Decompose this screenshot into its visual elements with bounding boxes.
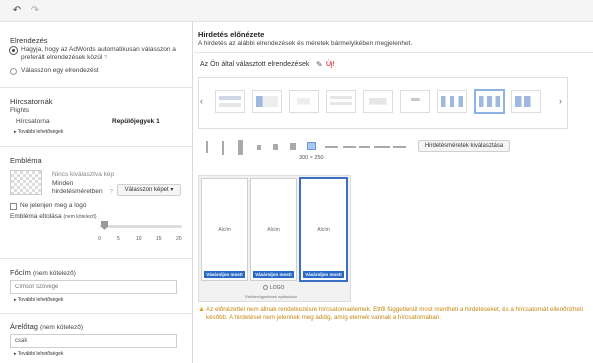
price-more-link[interactable]: ▸ További lehetőségek	[14, 351, 63, 357]
channels-title: Hírcsatornák	[10, 97, 53, 106]
layout-template[interactable]	[252, 90, 282, 113]
slider-tick: 5	[117, 236, 120, 242]
ad-title: Alcím	[267, 227, 280, 233]
layout-single-radio[interactable]	[10, 68, 17, 75]
heading-more-link[interactable]: ▸ További lehetőségek	[14, 297, 63, 303]
ad-size-option[interactable]	[290, 143, 296, 150]
pencil-icon[interactable]: ✎	[316, 60, 323, 69]
logo-section-title: Embléma	[10, 156, 42, 165]
ad-logo-text: LOGO	[270, 285, 285, 291]
ad-size-option[interactable]	[257, 145, 261, 150]
ad-size-option[interactable]	[238, 140, 243, 155]
logo-placeholder-image	[10, 170, 42, 195]
hide-logo-label[interactable]: Ne jelenjen meg a logó	[20, 202, 87, 209]
selected-size-label: 300 × 250	[299, 155, 324, 161]
divider	[0, 146, 193, 147]
channels-subtitle: Flights	[10, 107, 30, 114]
layout-auto-label[interactable]: Hagyja, hogy az AdWords automatikusan vá…	[21, 46, 186, 62]
layout-template[interactable]	[289, 90, 319, 113]
logo-circle-icon	[263, 285, 268, 290]
channels-more-link[interactable]: ▸ További lehetőségek	[14, 129, 63, 135]
ad-cta-button: Vásároljon most!	[253, 271, 294, 278]
warning-message: Az előnézettel nem állnak rendelkezésre …	[206, 306, 583, 321]
ad-preview-card: Alcím Vásároljon most!	[201, 178, 248, 281]
channel-row-value: Repülőjegyek 1	[112, 118, 160, 125]
ad-preview-card: Alcím Vásároljon most!	[250, 178, 297, 281]
ad-logo-caption: Reklámügyeltetek nyitásához	[245, 294, 298, 299]
hide-logo-checkbox[interactable]	[10, 203, 17, 210]
heading-title: Főcím (nem kötelező)	[10, 268, 76, 277]
preview-subtitle: A hirdetés az alábbi elrendezések és mér…	[198, 40, 413, 47]
slider-tick: 10	[136, 236, 142, 242]
ad-preview-card-selected: Alcím Vásároljon most!	[299, 177, 348, 282]
no-image-text: Nincs kiválasztva kép	[52, 171, 115, 178]
ad-size-option[interactable]	[374, 146, 390, 148]
undo-icon[interactable]: ↶	[10, 5, 24, 17]
layout-template[interactable]	[400, 90, 430, 113]
slider-tick: 0	[98, 236, 101, 242]
layout-template-selected[interactable]	[474, 89, 505, 114]
layout-template[interactable]	[326, 90, 356, 113]
all-sizes-text-1: Minden	[52, 180, 74, 187]
layout-single-label[interactable]: Válasszon egy elrendezést	[21, 67, 99, 74]
toolbar: ↶ ↷	[0, 0, 593, 22]
choose-sizes-button[interactable]: Hirdetésméretek kiválasztása	[418, 140, 510, 152]
layout-section-title: Elrendezés	[10, 36, 48, 45]
layout-template[interactable]	[511, 90, 541, 113]
ad-size-option-selected[interactable]	[307, 142, 316, 150]
divider	[0, 313, 193, 314]
choose-image-button[interactable]: Válasszon képet ▾	[117, 184, 181, 196]
ad-size-option[interactable]	[273, 144, 278, 150]
slider-tick: 20	[176, 236, 182, 242]
warning-icon: ▲	[198, 306, 205, 313]
heading-input[interactable]	[10, 280, 177, 294]
chevron-right-icon[interactable]: ›	[559, 96, 562, 106]
slider-tick: 15	[156, 236, 162, 242]
layout-template[interactable]	[215, 90, 245, 113]
divider	[194, 52, 593, 53]
ad-size-option[interactable]	[206, 141, 208, 153]
new-badge[interactable]: Új!	[326, 61, 335, 68]
preview-title: Hirdetés előnézete	[198, 30, 265, 39]
price-prefix-input[interactable]: csak	[10, 334, 177, 348]
layout-template[interactable]	[363, 90, 393, 113]
redo-icon[interactable]: ↷	[28, 5, 42, 17]
help-icon[interactable]: ?	[104, 55, 107, 61]
ad-size-option[interactable]	[325, 146, 338, 148]
selected-layouts-label: Az Ön által választott elrendezések	[200, 61, 310, 68]
chevron-left-icon[interactable]: ‹	[200, 96, 203, 106]
layout-auto-radio[interactable]	[10, 47, 17, 54]
channel-row-label: Hírcsatorna	[16, 118, 50, 125]
ad-title: Alcím	[317, 227, 330, 233]
all-sizes-text-2: hirdetésméretben	[52, 188, 103, 195]
divider	[0, 258, 193, 259]
divider	[0, 87, 193, 88]
ad-cta-button: Vásároljon most!	[204, 271, 245, 278]
ad-size-option[interactable]	[359, 146, 370, 148]
layout-template[interactable]	[437, 90, 467, 113]
logo-offset-label: Embléma eltolása (nem kötelező)	[10, 213, 97, 220]
help-icon[interactable]: ?	[110, 189, 113, 195]
ad-size-option[interactable]	[393, 146, 406, 148]
ad-size-option[interactable]	[343, 146, 356, 148]
ad-title: Alcím	[218, 227, 231, 233]
ad-cta-button: Vásároljon most!	[303, 271, 344, 278]
price-prefix-title: Árelőtag (nem kötelező)	[10, 322, 84, 331]
ad-size-option[interactable]	[222, 141, 224, 155]
logo-offset-slider-track[interactable]	[100, 225, 182, 228]
